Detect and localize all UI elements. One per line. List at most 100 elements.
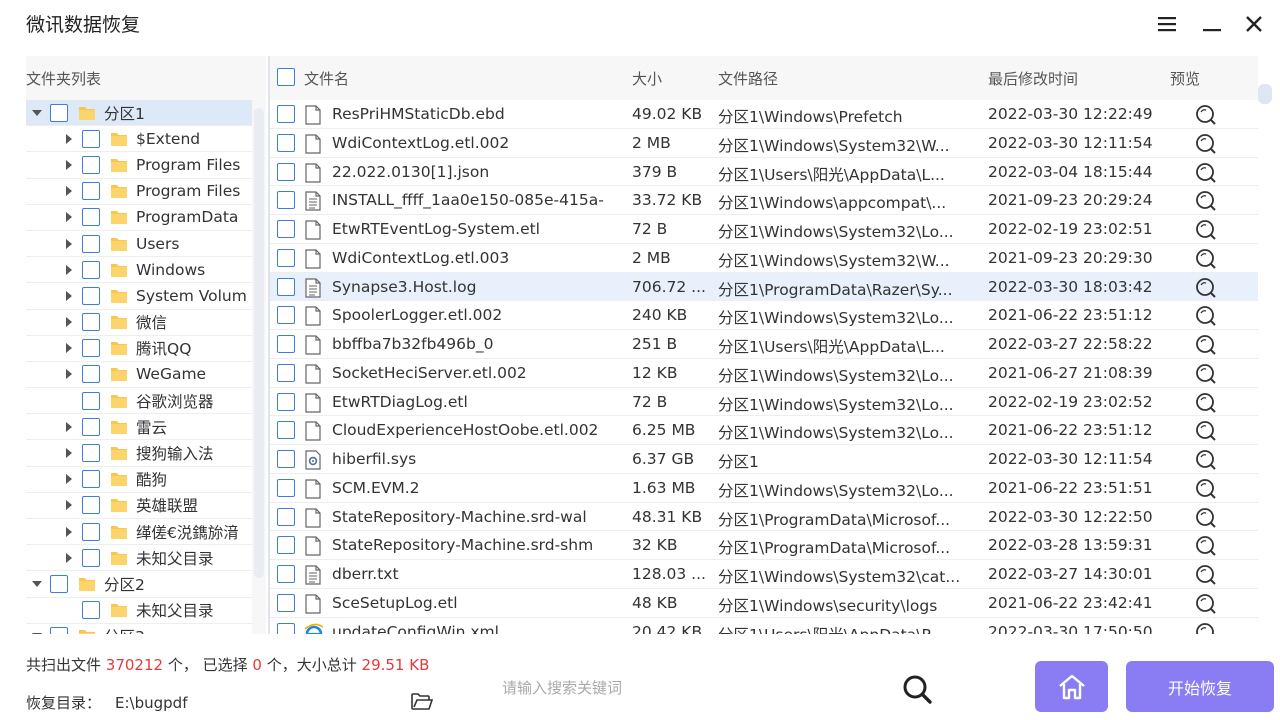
magnifier-icon[interactable] [1194, 104, 1218, 126]
row-checkbox[interactable] [277, 622, 295, 634]
column-size[interactable]: 大小 [632, 68, 662, 89]
row-checkbox[interactable] [277, 450, 295, 468]
caret-right-icon[interactable] [64, 448, 74, 459]
tree-item[interactable]: Users [26, 231, 252, 258]
row-checkbox[interactable] [277, 363, 295, 382]
tree-item-checkbox[interactable] [82, 417, 100, 436]
tree-item[interactable]: 腾讯QQ [26, 336, 252, 362]
tree-item-checkbox[interactable] [82, 313, 100, 332]
magnifier-icon[interactable] [1194, 564, 1218, 586]
start-recovery-button[interactable]: 开始恢复 [1126, 661, 1274, 712]
column-path[interactable]: 文件路径 [718, 68, 778, 89]
column-name[interactable]: 文件名 [304, 68, 349, 89]
tree-item-checkbox[interactable] [82, 548, 100, 567]
caret-right-icon[interactable] [64, 159, 74, 170]
row-checkbox[interactable] [277, 335, 295, 353]
magnifier-icon[interactable] [1194, 507, 1218, 529]
caret-down-icon[interactable] [32, 579, 42, 589]
tree-item-checkbox[interactable] [82, 470, 100, 489]
table-row[interactable]: SpoolerLogger.etl.002 240 KB 分区1\Windows\S… [270, 301, 1258, 330]
row-checkbox[interactable] [277, 421, 295, 440]
tree-item-checkbox[interactable] [82, 365, 100, 384]
search-icon[interactable] [900, 672, 936, 706]
table-row[interactable]: INSTALL_ffff_1aa0e150-085e-415a- 33.72 KB… [270, 186, 1258, 215]
table-row[interactable]: CloudExperienceHostOobe.etl.002 6.25 MB 分区… [270, 416, 1258, 445]
caret-right-icon[interactable] [64, 552, 74, 563]
tree-item[interactable]: 英雄联盟 [26, 493, 252, 519]
tree-item-checkbox[interactable] [82, 522, 100, 541]
tree-item[interactable]: 搜狗输入法 [26, 440, 252, 467]
tree-item[interactable]: 分区3 [26, 624, 252, 634]
caret-right-icon[interactable] [64, 238, 74, 249]
table-row[interactable]: EtwRTDiagLog.etl 72 B 分区1\Windows\System32… [270, 388, 1258, 417]
magnifier-icon[interactable] [1194, 334, 1218, 356]
search-input[interactable] [502, 668, 892, 708]
tree-item[interactable]: System Volum [26, 283, 252, 310]
tree-item[interactable]: ProgramData [26, 205, 252, 231]
tree-item-checkbox[interactable] [82, 155, 100, 174]
folder-tree-scrollbar[interactable] [254, 108, 264, 578]
magnifier-icon[interactable] [1194, 305, 1218, 327]
row-checkbox[interactable] [277, 306, 295, 325]
table-row[interactable]: EtwRTEventLog-System.etl 72 B 分区1\Windows\… [270, 215, 1258, 244]
tree-item-checkbox[interactable] [82, 339, 100, 358]
folder-open-icon[interactable] [410, 690, 434, 712]
row-checkbox[interactable] [277, 507, 295, 526]
row-checkbox[interactable] [277, 220, 295, 238]
row-checkbox[interactable] [277, 191, 295, 210]
tree-item[interactable]: WeGame [26, 362, 252, 389]
caret-right-icon[interactable] [64, 369, 74, 380]
row-checkbox[interactable] [277, 478, 295, 497]
tree-item[interactable]: Windows [26, 257, 252, 284]
select-all-checkbox[interactable] [277, 68, 295, 86]
table-row[interactable]: StateRepository-Machine.srd-shm 32 KB 分区1\… [270, 531, 1258, 560]
magnifier-icon[interactable] [1194, 622, 1218, 634]
close-icon[interactable] [1240, 10, 1268, 38]
caret-right-icon[interactable] [64, 186, 74, 197]
row-checkbox[interactable] [277, 565, 295, 583]
tree-item[interactable]: 缂傞€涚鐫旀湇 [26, 519, 252, 546]
row-checkbox[interactable] [277, 392, 295, 411]
caret-right-icon[interactable] [64, 290, 74, 301]
magnifier-icon[interactable] [1194, 449, 1218, 471]
row-checkbox[interactable] [277, 536, 295, 555]
table-row[interactable]: hiberfil.sys 6.37 GB 分区1 2022-03-30 12:11:5… [270, 445, 1258, 474]
table-row[interactable]: ResPriHMStaticDb.ebd 49.02 KB 分区1\Windows\… [270, 100, 1258, 129]
caret-right-icon[interactable] [64, 526, 74, 537]
row-checkbox[interactable] [277, 162, 295, 181]
tree-item-checkbox[interactable] [82, 208, 100, 227]
column-modified[interactable]: 最后修改时间 [988, 68, 1078, 89]
tree-item[interactable]: 谷歌浏览器 [26, 388, 252, 415]
table-row[interactable]: SceSetupLog.etl 48 KB 分区1\Windows\security… [270, 589, 1258, 618]
magnifier-icon[interactable] [1194, 190, 1218, 212]
magnifier-icon[interactable] [1194, 535, 1218, 557]
magnifier-icon[interactable] [1194, 420, 1218, 442]
tree-item[interactable]: 酷狗 [26, 467, 252, 493]
caret-right-icon[interactable] [64, 474, 74, 485]
tree-item[interactable]: Program Files [26, 152, 252, 179]
caret-right-icon[interactable] [64, 317, 74, 328]
magnifier-icon[interactable] [1194, 363, 1218, 385]
tree-item[interactable]: 微信 [26, 310, 252, 336]
row-checkbox[interactable] [277, 133, 295, 152]
table-row[interactable]: StateRepository-Machine.srd-wal 48.31 KB 分… [270, 503, 1258, 532]
table-row[interactable]: Synapse3.Host.log 706.72 ... 分区1\ProgramDa… [270, 272, 1258, 302]
table-row[interactable]: WdiContextLog.etl.002 2 MB 分区1\Windows\Sys… [270, 129, 1258, 158]
row-checkbox[interactable] [277, 277, 295, 296]
caret-down-icon[interactable] [32, 108, 42, 118]
magnifier-icon[interactable] [1194, 219, 1218, 241]
tree-item[interactable]: 分区2 [26, 571, 252, 598]
caret-right-icon[interactable] [64, 421, 74, 432]
tree-item[interactable]: Program Files [26, 179, 252, 205]
tree-item[interactable]: 分区1 [26, 100, 252, 127]
table-row[interactable]: SocketHeciServer.etl.002 12 KB 分区1\Windows… [270, 359, 1258, 388]
tree-item-checkbox[interactable] [82, 234, 100, 253]
table-row[interactable]: bbffba7b32fb496b_0 251 B 分区1\Users\阳光\AppD… [270, 330, 1258, 359]
table-row[interactable]: 22.022.0130[1].json 379 B 分区1\Users\阳光\App… [270, 158, 1258, 187]
tree-item-checkbox[interactable] [82, 601, 100, 620]
table-row[interactable]: SCM.EVM.2 1.63 MB 分区1\Windows\System32\Lo.… [270, 474, 1258, 503]
tree-item-checkbox[interactable] [82, 444, 100, 463]
home-button[interactable] [1035, 661, 1108, 712]
magnifier-icon[interactable] [1194, 162, 1218, 184]
tree-item-checkbox[interactable] [82, 260, 100, 279]
